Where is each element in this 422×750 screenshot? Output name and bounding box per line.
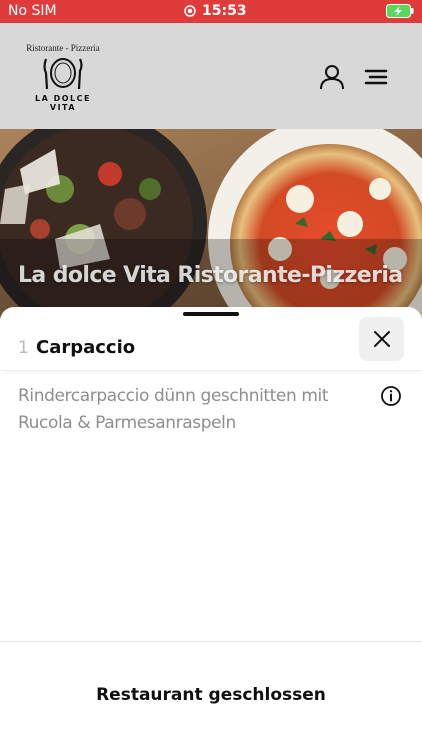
logo-top-text: Ristorante - Pizzeria: [26, 43, 100, 53]
item-description: Rindercarpaccio dünn geschnitten mit Ruc…: [18, 386, 329, 433]
logo-bottom-text: LA DOLCE VITA: [35, 94, 91, 112]
status-center: 15:53: [184, 3, 247, 19]
app-header: Ristorante - Pizzeria LA DOLCE VITA: [0, 23, 422, 129]
restaurant-logo[interactable]: Ristorante - Pizzeria LA DOLCE VITA: [22, 43, 104, 112]
footer-divider: [0, 641, 422, 642]
record-icon: [184, 5, 196, 17]
restaurant-status: Restaurant geschlossen: [96, 685, 326, 705]
carrier-label: No SIM: [8, 3, 57, 19]
battery-icon: [386, 4, 414, 18]
hero-title: La dolce Vita Ristorante-Pizzeria: [18, 263, 403, 288]
item-name: Carpaccio: [36, 337, 136, 358]
sheet-grabber-handle[interactable]: [183, 312, 239, 316]
info-icon[interactable]: [380, 385, 402, 407]
clock-label: 15:53: [202, 3, 247, 19]
hero-banner: La dolce Vita Ristorante-Pizzeria: [0, 129, 422, 319]
item-header: 1 Carpaccio: [0, 317, 422, 371]
close-button[interactable]: [359, 317, 404, 361]
item-number: 1: [18, 338, 29, 358]
item-detail-sheet: 1 Carpaccio: [0, 307, 422, 750]
status-bar: No SIM 15:53: [0, 0, 422, 23]
menu-icon[interactable]: [362, 65, 392, 89]
plate-cutlery-icon: [43, 58, 83, 90]
user-icon[interactable]: [318, 63, 346, 91]
close-icon: [373, 331, 390, 347]
food-photo: [0, 129, 422, 319]
